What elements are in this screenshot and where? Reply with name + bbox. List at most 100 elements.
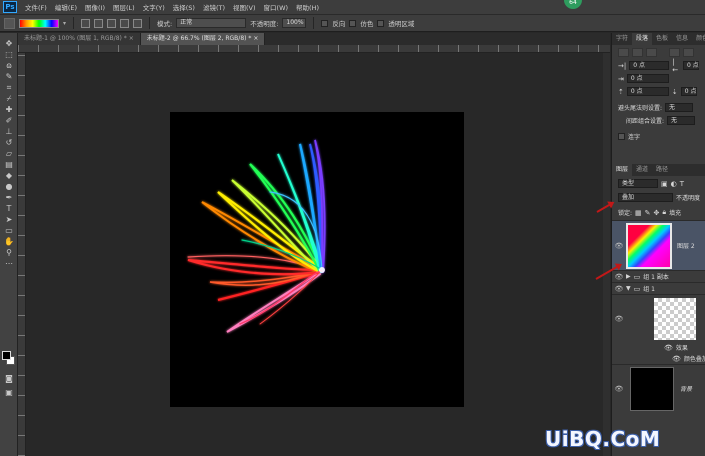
move-tool-icon[interactable]: ✥ <box>2 38 16 49</box>
opacity-input[interactable]: 100% <box>282 18 307 28</box>
zoom-tool-icon[interactable]: ⚲ <box>2 247 16 258</box>
visibility-eye-icon[interactable]: 👁︎ <box>612 285 626 293</box>
quick-mask-icon[interactable]: ◙ <box>2 373 16 384</box>
menu-help[interactable]: 帮助(H) <box>292 2 323 12</box>
radial-gradient-icon[interactable] <box>94 18 104 28</box>
path-select-tool-icon[interactable]: ➤ <box>2 214 16 225</box>
space-after-input[interactable]: 0 点 <box>680 87 697 96</box>
tab-info[interactable]: 信息 <box>672 33 692 45</box>
edit-toolbar-icon[interactable]: ⋯ <box>2 258 16 269</box>
dodge-tool-icon[interactable]: ● <box>2 181 16 192</box>
close-icon[interactable]: × <box>129 35 134 42</box>
tab-color[interactable]: 颜色 <box>692 33 705 45</box>
menu-select[interactable]: 选择(S) <box>169 2 199 12</box>
tab-channels[interactable]: 通道 <box>632 164 652 176</box>
space-before-input[interactable]: 0 点 <box>626 87 669 96</box>
lock-transparent-icon[interactable]: ▦ <box>635 209 642 217</box>
mojikumi-select[interactable]: 无 <box>667 116 696 125</box>
justify-center-icon[interactable] <box>683 47 694 57</box>
collapse-arrow-icon[interactable]: ▼ <box>626 285 631 292</box>
stamp-tool-icon[interactable]: ⊥ <box>2 126 16 137</box>
history-brush-icon[interactable]: ↺ <box>2 137 16 148</box>
tab-paragraph[interactable]: 段落 <box>632 33 653 45</box>
foreground-color-swatch[interactable] <box>2 351 11 360</box>
quick-select-tool-icon[interactable]: ✎ <box>2 71 16 82</box>
lock-all-icon[interactable]: 🔒︎ <box>662 208 666 217</box>
effect-eye-icon[interactable]: 👁︎ <box>664 344 673 352</box>
menu-layer[interactable]: 图层(L) <box>109 2 139 12</box>
pen-tool-icon[interactable]: ✒ <box>2 192 16 203</box>
menu-edit[interactable]: 编辑(E) <box>51 2 81 12</box>
justify-left-icon[interactable] <box>669 47 680 57</box>
diamond-gradient-icon[interactable] <box>133 18 143 28</box>
filter-adjust-icon[interactable]: ◐ <box>671 180 677 188</box>
hyphenate-checkbox[interactable] <box>618 133 625 140</box>
indent-right-input[interactable]: 0 点 <box>683 61 699 70</box>
doc-tab-2[interactable]: 未标题-2 @ 66.7% (图层 2, RGB/8) * × <box>140 33 266 45</box>
linear-gradient-icon[interactable] <box>81 18 91 28</box>
chevron-down-icon[interactable]: ▾ <box>63 20 66 27</box>
doc-tab-1[interactable]: 未标题-1 @ 100% (图层 1, RGB/8) * × <box>18 33 141 45</box>
menu-view[interactable]: 视图(V) <box>229 2 260 12</box>
eraser-tool-icon[interactable]: ▱ <box>2 148 16 159</box>
eyedropper-tool-icon[interactable]: ⌿ <box>2 93 16 104</box>
effect-eye-icon[interactable]: 👁︎ <box>672 355 681 363</box>
color-overlay-row[interactable]: 👁︎ 颜色叠加 <box>612 353 705 364</box>
tab-swatches[interactable]: 色板 <box>652 33 672 45</box>
layer-row-selected[interactable]: 👁︎ 图层 2 <box>612 220 705 270</box>
shape-tool-icon[interactable]: ▭ <box>2 225 16 236</box>
blur-tool-icon[interactable]: ◆ <box>2 170 16 181</box>
visibility-eye-icon[interactable]: 👁︎ <box>612 315 626 323</box>
align-center-icon[interactable] <box>632 47 643 57</box>
screen-mode-icon[interactable]: ▣ <box>2 387 16 398</box>
brush-tool-icon[interactable]: ✐ <box>2 115 16 126</box>
visibility-eye-icon[interactable]: 👁︎ <box>612 385 626 393</box>
tab-paths[interactable]: 路径 <box>652 164 672 176</box>
reverse-checkbox[interactable] <box>321 19 329 27</box>
lasso-tool-icon[interactable]: ɷ <box>2 60 16 71</box>
indent-left-input[interactable]: 0 点 <box>629 61 670 70</box>
menu-image[interactable]: 图像(I) <box>81 2 109 12</box>
expand-arrow-icon[interactable]: ▶ <box>626 273 631 280</box>
vertical-scrollbar[interactable] <box>603 53 610 456</box>
healing-tool-icon[interactable]: ✚ <box>2 104 16 115</box>
type-tool-icon[interactable]: T <box>2 203 16 214</box>
layer-row-group-copy[interactable]: 👁︎ ▶ ▭ 组 1 副本 <box>612 270 705 282</box>
mode-select[interactable]: 正常 <box>176 18 247 28</box>
filter-pixel-icon[interactable]: ▣ <box>661 180 668 188</box>
gradient-picker[interactable] <box>19 18 59 28</box>
menu-file[interactable]: 文件(F) <box>21 2 51 12</box>
filter-type-icon[interactable]: T <box>680 180 684 188</box>
visibility-eye-icon[interactable]: 👁︎ <box>612 242 626 250</box>
marquee-tool-icon[interactable]: ⬚ <box>2 49 16 60</box>
lock-pixels-icon[interactable]: ✎ <box>645 209 651 217</box>
folder-icon: ▭ <box>633 284 641 293</box>
crop-tool-icon[interactable]: ⌗ <box>2 82 16 93</box>
transparency-checkbox[interactable] <box>377 19 385 27</box>
gradient-tool-icon[interactable] <box>4 17 15 29</box>
first-line-indent-input[interactable]: 0 点 <box>626 74 669 83</box>
reflected-gradient-icon[interactable] <box>120 18 130 28</box>
gradient-tool-icon[interactable]: ▤ <box>2 159 16 170</box>
layer-filter-select[interactable]: 类型 <box>618 179 658 188</box>
kinsoku-select[interactable]: 无 <box>665 103 694 112</box>
blend-mode-select[interactable]: 叠加 <box>618 193 673 202</box>
tab-layers[interactable]: 图层 <box>612 164 633 176</box>
lock-position-icon[interactable]: ✥ <box>654 209 660 217</box>
menu-filter[interactable]: 滤镜(T) <box>199 2 229 12</box>
align-left-icon[interactable] <box>618 47 629 57</box>
hand-tool-icon[interactable]: ✋ <box>2 236 16 247</box>
layer-row-group[interactable]: 👁︎ ▼ ▭ 组 1 <box>612 282 705 294</box>
effects-row[interactable]: 👁︎ 效果 <box>612 342 705 353</box>
layer-row-transparent[interactable]: 👁︎ <box>612 294 705 342</box>
document-canvas[interactable] <box>170 112 464 407</box>
align-right-icon[interactable] <box>646 47 657 57</box>
tab-character[interactable]: 字符 <box>612 33 632 45</box>
close-icon[interactable]: × <box>253 35 258 42</box>
layer-row-background[interactable]: 👁︎ 背景 <box>612 364 705 412</box>
dither-checkbox[interactable] <box>349 19 357 27</box>
menu-type[interactable]: 文字(Y) <box>139 2 169 12</box>
angle-gradient-icon[interactable] <box>107 18 117 28</box>
menu-window[interactable]: 窗口(W) <box>260 2 293 12</box>
visibility-eye-icon[interactable]: 👁︎ <box>612 273 626 281</box>
